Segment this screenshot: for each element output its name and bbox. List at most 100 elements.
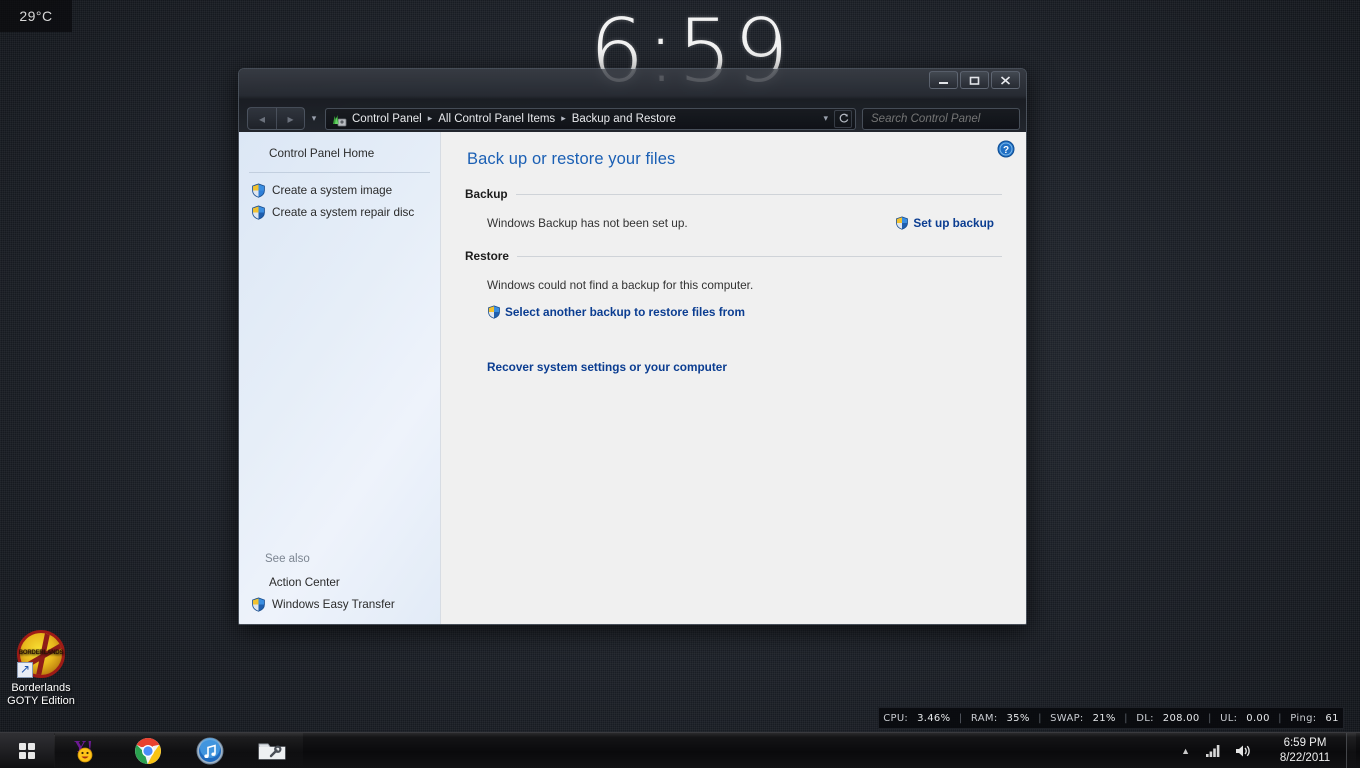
close-button[interactable] — [991, 71, 1020, 89]
restore-section-header: Restore — [465, 249, 1002, 263]
desktop-icon-borderlands[interactable]: BORDERLANDS ↗ Borderlands GOTY Edition — [4, 630, 78, 708]
sysmon-ping-value: 61 — [1325, 712, 1339, 724]
sysmon-dl-value: 208.00 — [1162, 712, 1200, 724]
desktop-icon-label-line2: GOTY Edition — [7, 695, 75, 707]
temperature-gadget[interactable]: 29°C — [0, 0, 72, 32]
sysmon-swap: SWAP: 21% — [1050, 713, 1116, 724]
address-bar[interactable]: Control Panel ▸ All Control Panel Items … — [325, 107, 856, 130]
sysmon-dl-key: DL: — [1136, 712, 1154, 724]
section-rule — [515, 193, 1002, 195]
clock-date: 8/22/2011 — [1279, 751, 1331, 764]
page-title: Back up or restore your files — [467, 150, 676, 168]
taskbar-item-google-chrome[interactable] — [117, 733, 179, 768]
chevron-down-icon: ▾ — [311, 113, 317, 123]
sysmon-separator: | — [1038, 712, 1042, 724]
sysmon-ul: UL: 0.00 — [1220, 713, 1270, 724]
sidebar-item-create-system-repair-disc[interactable]: Create a system repair disc — [239, 201, 440, 223]
window-title-bar[interactable]: 6:59 ◂ ▸ — [239, 69, 1026, 132]
back-arrow-icon: ◂ — [258, 111, 266, 126]
sidebar-item-label: Windows Easy Transfer — [272, 597, 395, 611]
taskbar-item-yahoo-messenger[interactable]: Y ! — [55, 733, 117, 768]
restore-status-row: Windows could not find a backup for this… — [465, 275, 1002, 295]
set-up-backup-label: Set up backup — [913, 216, 994, 230]
backup-status-text: Windows Backup has not been set up. — [487, 216, 688, 230]
search-box[interactable] — [862, 107, 1026, 130]
sidebar-divider — [249, 172, 430, 173]
yahoo-messenger-icon: Y ! — [71, 738, 101, 764]
search-input[interactable] — [871, 112, 1026, 125]
shield-icon — [251, 182, 266, 198]
taskbar-item-itunes[interactable] — [179, 733, 241, 768]
backup-section-header: Backup — [465, 187, 1002, 201]
navigation-row: ◂ ▸ ▾ Control Panel ▸ All Control Panel … — [239, 105, 1026, 132]
chrome-icon — [134, 737, 162, 765]
sysmon-ram: RAM: 35% — [971, 713, 1030, 724]
desktop-icon-label-line1: Borderlands — [11, 682, 71, 694]
recover-system-settings-link[interactable]: Recover system settings or your computer — [487, 360, 727, 374]
sysmon-swap-value: 21% — [1092, 712, 1116, 724]
sidebar-item-label: Action Center — [269, 575, 340, 589]
section-rule — [516, 255, 1002, 257]
backup-status-row: Windows Backup has not been set up. Set … — [465, 213, 1002, 233]
see-also-label: See also — [265, 553, 310, 565]
desktop[interactable]: 29°C 6:59 BORDERLANDS ↗ Borderlands GOTY… — [0, 0, 1360, 768]
sysmon-separator: | — [958, 712, 963, 724]
breadcrumb-separator-icon: ▸ — [561, 113, 566, 123]
tray-overflow-button[interactable]: ▲ — [1172, 746, 1199, 756]
breadcrumb-control-panel[interactable]: Control Panel — [350, 113, 424, 125]
sidebar-item-create-system-image[interactable]: Create a system image — [239, 179, 440, 201]
volume-icon[interactable] — [1228, 743, 1258, 759]
sysmon-ul-value: 0.00 — [1246, 712, 1270, 724]
refresh-button[interactable] — [834, 109, 852, 128]
shield-icon — [251, 596, 266, 612]
sysmon-ul-key: UL: — [1220, 712, 1238, 724]
window-body: Control Panel Home Create a system image… — [239, 132, 1026, 624]
sidebar-item-windows-easy-transfer[interactable]: Windows Easy Transfer — [239, 593, 440, 615]
sidebar-home-label: Control Panel Home — [269, 146, 375, 160]
start-button[interactable] — [0, 733, 54, 768]
sidebar-item-action-center[interactable]: Action Center — [239, 571, 440, 593]
minimize-button[interactable] — [929, 71, 958, 89]
address-dropdown-icon[interactable]: ▾ — [817, 113, 834, 124]
select-another-backup-label: Select another backup to restore files f… — [505, 305, 745, 319]
control-panel-window[interactable]: 6:59 ◂ ▸ — [238, 68, 1027, 625]
sysmon-cpu-key: CPU: — [883, 712, 909, 724]
taskbar-item-file-explorer[interactable] — [241, 733, 303, 768]
show-desktop-button[interactable] — [1346, 733, 1356, 768]
shield-icon — [251, 204, 266, 220]
forward-button[interactable]: ▸ — [276, 108, 304, 129]
recent-pages-button[interactable]: ▾ — [305, 108, 323, 129]
breadcrumb-backup-restore[interactable]: Backup and Restore — [570, 113, 678, 125]
start-grid-icon — [19, 742, 35, 759]
breadcrumb-all-items[interactable]: All Control Panel Items — [436, 113, 557, 125]
set-up-backup-link[interactable]: Set up backup — [895, 216, 994, 230]
sysmon-separator: | — [1208, 712, 1212, 724]
sysmon-ping-key: Ping: — [1290, 712, 1317, 724]
sidebar: Control Panel Home Create a system image… — [239, 132, 441, 624]
breadcrumb-separator-icon: ▸ — [427, 113, 433, 123]
sysmon-cpu: CPU: 3.46% — [883, 713, 950, 724]
back-button[interactable]: ◂ — [248, 108, 276, 129]
see-also-section: See also Action Center Windows Easy Tran… — [239, 553, 440, 615]
sysmon-dl: DL: 208.00 — [1136, 713, 1199, 724]
temperature-value: 29°C — [19, 8, 53, 24]
svg-text:?: ? — [1003, 145, 1009, 156]
sidebar-item-control-panel-home[interactable]: Control Panel Home — [239, 142, 440, 164]
taskbar-clock[interactable]: 6:59 PM 8/22/2011 — [1258, 736, 1346, 766]
shortcut-arrow-icon: ↗ — [17, 662, 33, 678]
sysmon-separator: | — [1124, 712, 1128, 724]
sidebar-item-label: Create a system repair disc — [272, 205, 415, 219]
maximize-button[interactable] — [960, 71, 989, 89]
folder-icon — [257, 739, 287, 763]
window-controls — [929, 71, 1020, 89]
help-button[interactable]: ? — [997, 140, 1015, 158]
select-another-backup-link[interactable]: Select another backup to restore files f… — [487, 305, 745, 319]
network-icon[interactable] — [1199, 743, 1228, 758]
shield-icon — [487, 305, 501, 319]
sysmon-ram-value: 35% — [1006, 712, 1030, 724]
sidebar-item-label: Create a system image — [272, 183, 393, 197]
main-content: ? Back up or restore your files Backup W… — [441, 132, 1026, 624]
nav-arrow-group: ◂ ▸ — [247, 107, 305, 130]
shield-icon — [895, 216, 909, 230]
